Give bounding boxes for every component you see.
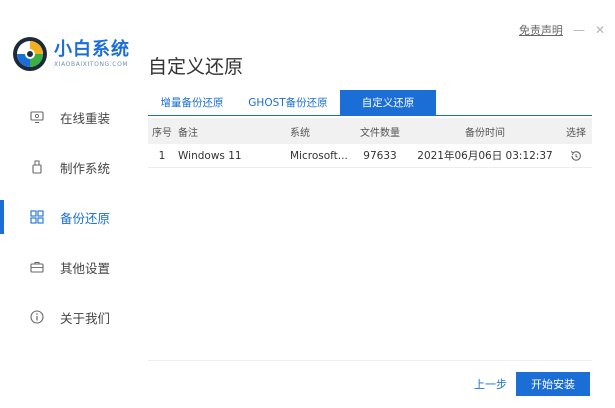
usb-drive-icon <box>30 160 44 174</box>
tab-custom-restore[interactable]: 自定义还原 <box>340 90 436 115</box>
header-file-count: 文件数量 <box>360 127 400 139</box>
info-icon <box>30 310 44 324</box>
header-no: 序号 <box>152 127 172 139</box>
page-title: 自定义还原 <box>148 56 244 78</box>
sidebar-item-other-settings[interactable]: 其他设置 <box>0 242 132 292</box>
sidebar-item-label: 其他设置 <box>60 260 111 276</box>
sidebar-item-backup-restore[interactable]: 备份还原 <box>0 192 132 242</box>
cell-no: 1 <box>158 149 166 162</box>
sidebar-item-label: 在线重装 <box>60 110 111 126</box>
sidebar-item-label: 关于我们 <box>60 310 111 326</box>
previous-step-button[interactable]: 上一步 <box>474 376 507 392</box>
cell-backup-time: 2021年06月06日 03:12:37 <box>417 150 553 162</box>
window-controls: 免责声明 — ✕ <box>519 22 605 38</box>
sidebar-item-label: 备份还原 <box>60 210 111 226</box>
app-logo: 小白系统 XIAOBAIXITONG.COM <box>12 36 130 72</box>
sidebar: 在线重装 制作系统 备份还原 其他设置 关于我们 <box>0 92 132 342</box>
header-note: 备注 <box>178 127 198 139</box>
logo-icon <box>12 36 48 72</box>
sidebar-item-label: 制作系统 <box>60 160 111 176</box>
minimize-button[interactable]: — <box>573 23 585 37</box>
cell-system: Microsoft... <box>290 149 348 162</box>
table-row[interactable]: 1 Windows 11 Microsoft... 97633 2021年06月… <box>148 144 592 168</box>
header-select: 选择 <box>566 127 586 139</box>
backup-table: 序号 备注 系统 文件数量 备份时间 选择 1 Windows 11 Micro… <box>148 118 592 168</box>
restore-icon[interactable] <box>569 149 583 163</box>
cell-file-count: 97633 <box>363 149 397 162</box>
cell-note: Windows 11 <box>178 149 242 162</box>
tab-incremental-backup[interactable]: 增量备份还原 <box>148 90 236 115</box>
logo-subtitle: XIAOBAIXITONG.COM <box>54 61 129 68</box>
disclaimer-link[interactable]: 免责声明 <box>519 22 563 38</box>
header-system: 系统 <box>290 127 310 139</box>
briefcase-icon <box>30 260 44 274</box>
header-backup-time: 备份时间 <box>465 127 505 139</box>
table-header: 序号 备注 系统 文件数量 备份时间 选择 <box>148 118 592 144</box>
cell-select <box>560 149 592 163</box>
monitor-icon <box>30 110 44 124</box>
tab-bar: 增量备份还原 GHOST备份还原 自定义还原 <box>148 90 592 116</box>
sidebar-item-online-reinstall[interactable]: 在线重装 <box>0 92 132 142</box>
sidebar-item-about-us[interactable]: 关于我们 <box>0 292 132 342</box>
close-button[interactable]: ✕ <box>595 23 605 37</box>
backup-grid-icon <box>30 210 44 224</box>
logo-name: 小白系统 <box>54 39 130 60</box>
footer-divider <box>148 360 592 361</box>
sidebar-item-make-system[interactable]: 制作系统 <box>0 142 132 192</box>
tab-ghost-backup[interactable]: GHOST备份还原 <box>236 90 340 115</box>
start-install-button[interactable]: 开始安装 <box>516 372 590 396</box>
